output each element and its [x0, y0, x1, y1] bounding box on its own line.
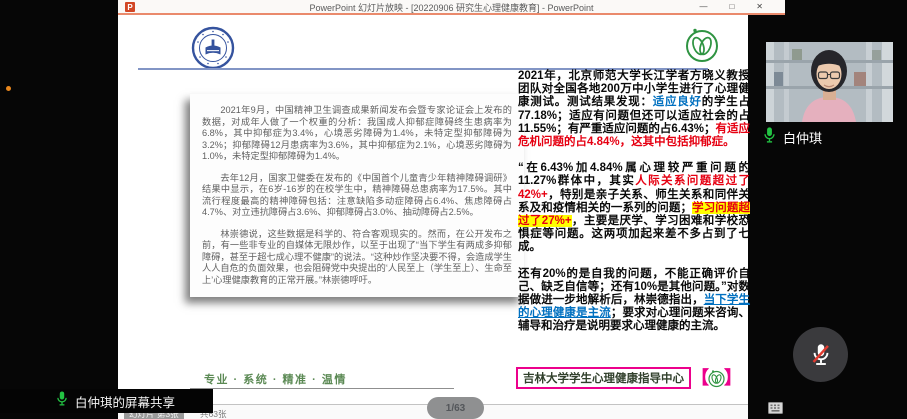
statistics-quote-block: 2021年9月，中国精神卫生调查成果新闻发布会暨专家论证会上发布的数据，对成年人… [190, 94, 524, 297]
participant-row: 白仲琪 [763, 126, 822, 149]
slide-canvas: 2021年9月，中国精神卫生调查成果新闻发布会暨专家论证会上发布的数据，对成年人… [118, 15, 748, 404]
meeting-toolbar-dot [6, 86, 11, 91]
mute-button[interactable] [793, 327, 848, 382]
participant-name: 白仲琪 [783, 128, 822, 147]
participant-mic-icon [763, 126, 776, 149]
body-paragraph: 还有20%的是自我的问题，不能正确评价自己、缺乏自信等；还有10%是其他问题。”… [518, 268, 750, 334]
body-paragraph: “在6.43%加4.84%属心理较严重问题的11.27%群体中，其实人际关系问题… [518, 162, 750, 254]
quote-paragraph: 林崇德说，这些数据是科学的、符合客观现实的。然而，在公开发布之前，有一些非专业的… [202, 229, 512, 287]
share-label: 白仲琪的屏幕共享 [75, 392, 175, 411]
center-name-label: 吉林大学学生心理健康指导中心 [516, 367, 691, 389]
psych-center-logo-icon [683, 26, 721, 69]
quote-paragraph: 2021年9月，中国精神卫生调查成果新闻发布会暨专家论证会上发布的数据，对成年人… [202, 105, 512, 163]
minimize-button[interactable]: — [699, 0, 707, 13]
maximize-button[interactable]: □ [729, 0, 734, 13]
slide-footer-motto: 专业 · 系统 · 精准 · 温情 [204, 371, 347, 387]
body-paragraph: 2021年，北京师范大学长江学者方晓义教授团队对全国各地200万中小学生进行了心… [518, 70, 750, 149]
window-titlebar[interactable]: P PowerPoint 幻灯片放映 - [20220906 研究生心理健康教育… [118, 0, 785, 15]
screen-share-overlay: 白仲琪的屏幕共享 [0, 389, 213, 413]
close-button[interactable]: ✕ [756, 0, 763, 13]
share-mic-icon [56, 390, 68, 412]
center-name-badge: 吉林大学学生心理健康指导中心 【 】 [516, 365, 742, 391]
slide-body-text: 2021年，北京师范大学长江学者方晓义教授团队对全国各地200万中小学生进行了心… [518, 70, 750, 347]
participant-video-thumbnail[interactable] [766, 42, 893, 122]
page-indicator-pill[interactable]: 1/63 [427, 397, 484, 419]
footer-underline [190, 388, 454, 389]
input-method-keyboard-icon[interactable] [768, 401, 783, 419]
badge-bracket-right: 】 [724, 367, 742, 389]
quote-paragraph: 去年12月，国家卫健委在发布的《中国首个儿童青少年精神障碍调研》结果中显示，在6… [202, 173, 512, 219]
